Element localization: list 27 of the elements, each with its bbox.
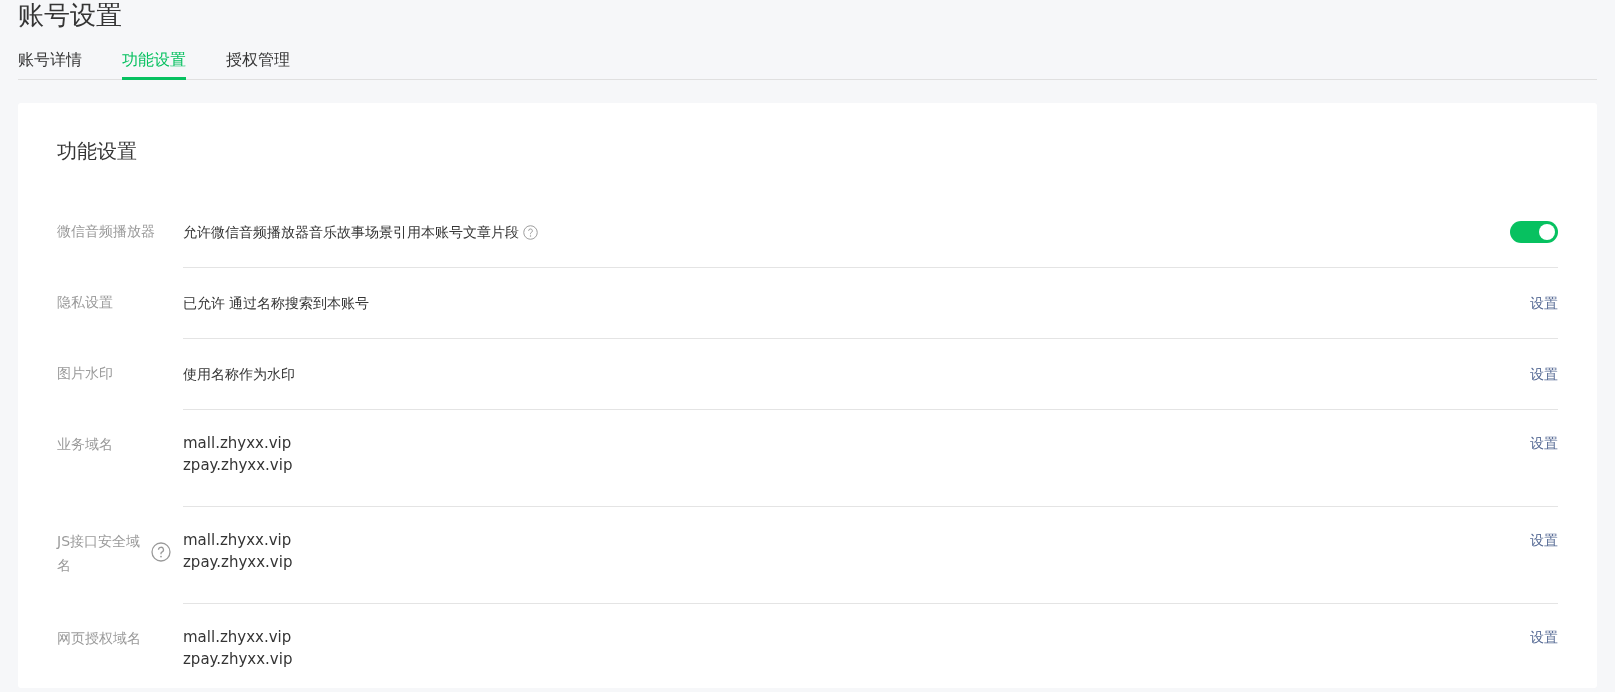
domain-text: mall.zhyxx.vip — [183, 433, 292, 454]
tab[interactable]: 授权管理 — [226, 48, 290, 80]
domain-text: zpay.zhyxx.vip — [183, 649, 293, 670]
settings-link[interactable]: 设置 — [1530, 432, 1558, 454]
section-title: 功能设置 — [57, 138, 138, 165]
setting-label: 业务域名 — [57, 435, 113, 454]
setting-label: 网页授权域名 — [57, 629, 141, 648]
help-icon[interactable] — [523, 224, 538, 240]
page-title: 账号设置 — [18, 0, 123, 30]
setting-description: 已允许 通过名称搜索到本账号 — [183, 294, 370, 313]
settings-link[interactable]: 设置 — [1530, 529, 1558, 551]
toggle-switch[interactable] — [1510, 221, 1558, 243]
tab[interactable]: 账号详情 — [18, 48, 82, 80]
help-icon[interactable] — [151, 542, 171, 562]
settings-link[interactable]: 设置 — [1530, 626, 1558, 648]
settings-link[interactable]: 设置 — [1530, 363, 1558, 385]
setting-label: 图片水印 — [57, 364, 113, 383]
setting-label: JS接口安全域名 — [57, 532, 141, 575]
domain-text: mall.zhyxx.vip — [183, 530, 292, 551]
setting-label: 微信音频播放器 — [57, 222, 155, 241]
domain-text: mall.zhyxx.vip — [183, 627, 292, 648]
domain-text: zpay.zhyxx.vip — [183, 552, 293, 573]
setting-description: 使用名称作为水印 — [183, 365, 295, 384]
setting-label: 隐私设置 — [57, 293, 113, 312]
settings-link[interactable]: 设置 — [1530, 292, 1558, 314]
setting-description: 允许微信音频播放器音乐故事场景引用本账号文章片段 — [183, 223, 519, 242]
domain-text: zpay.zhyxx.vip — [183, 455, 293, 476]
